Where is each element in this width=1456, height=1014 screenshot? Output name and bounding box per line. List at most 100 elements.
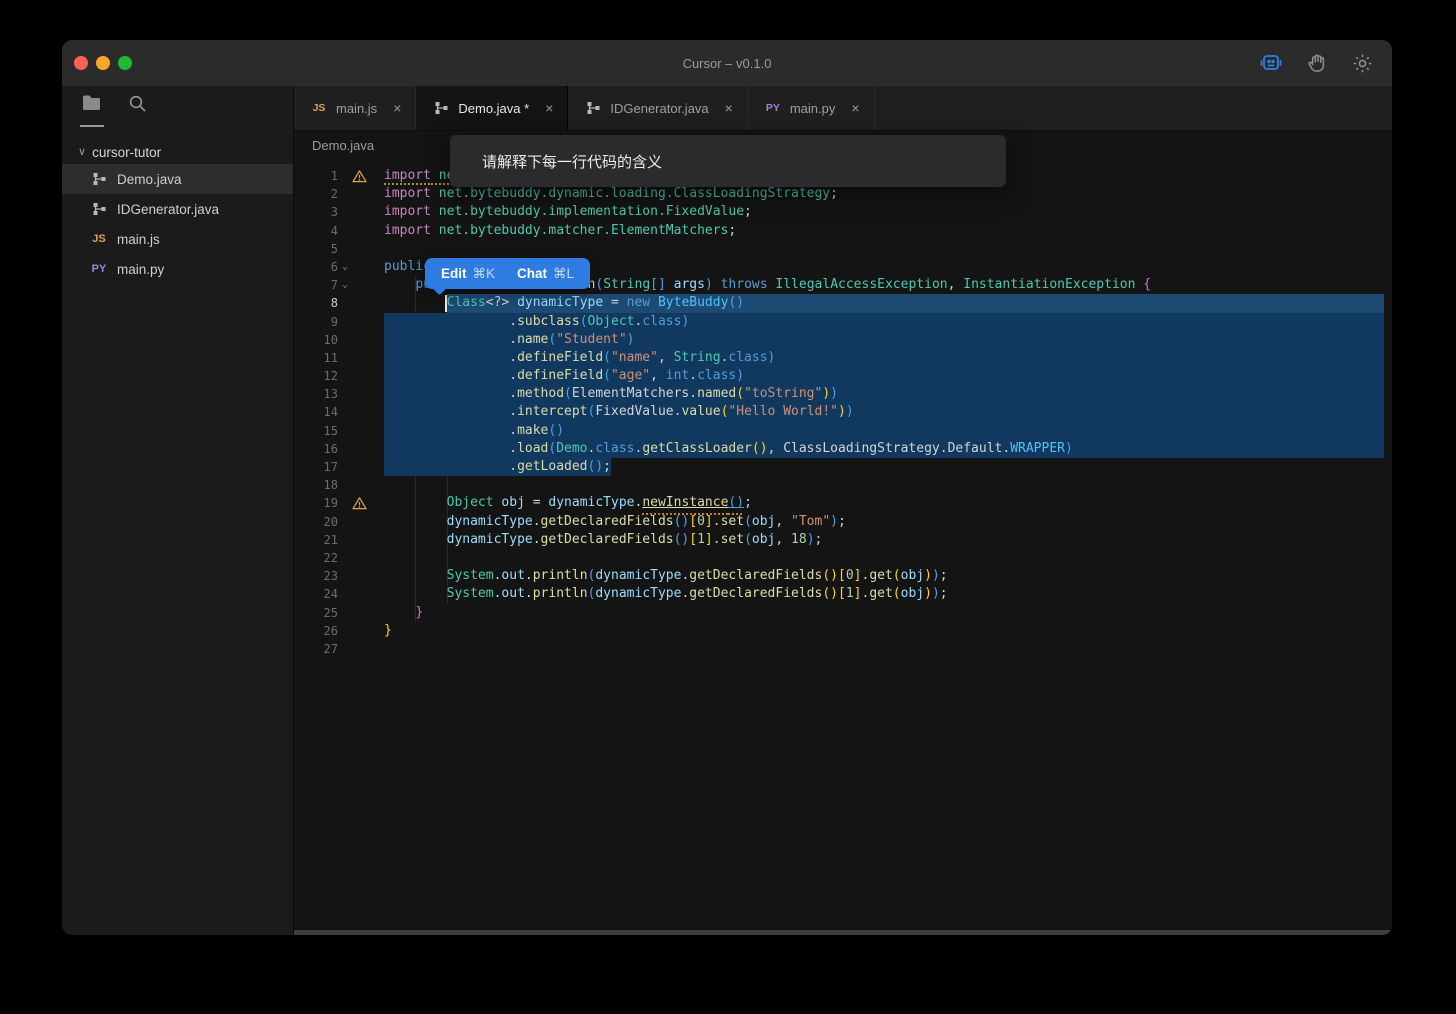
tab-Demo.java[interactable]: Demo.java *×: [416, 86, 568, 130]
gear-icon[interactable]: [1351, 52, 1374, 75]
chat-button[interactable]: Chat ⌘L: [517, 266, 574, 282]
gutter-icons: [338, 313, 384, 331]
sidebar-item-main.js[interactable]: JSmain.js: [62, 224, 293, 254]
sidebar-item-main.py[interactable]: PY main.py: [62, 254, 293, 284]
code-text: .getLoaded();: [384, 459, 611, 474]
close-icon[interactable]: ×: [543, 100, 555, 116]
chevron-down-icon: ∨: [78, 145, 86, 158]
chat-shortcut: ⌘L: [553, 266, 574, 282]
line-content[interactable]: Class<?> dynamicType = new ByteBuddy(): [384, 294, 1392, 312]
sidebar-item-Demo.java[interactable]: Demo.java: [62, 164, 293, 194]
code-line: 24 System.out.println(dynamicType.getDec…: [294, 585, 1392, 603]
py-file-icon: PY: [764, 102, 782, 114]
gutter-icons: [338, 331, 384, 349]
robot-icon[interactable]: [1258, 51, 1284, 75]
gutter-icons: [338, 167, 384, 185]
window-title: Cursor – v0.1.0: [62, 56, 1392, 71]
line-content[interactable]: .method(ElementMatchers.named("toString"…: [384, 385, 1392, 403]
code-text: Object obj = dynamicType.newInstance();: [384, 495, 752, 510]
close-window-button[interactable]: [74, 56, 88, 70]
line-content[interactable]: }: [384, 622, 1392, 640]
gutter-icons: [338, 531, 384, 549]
line-content[interactable]: .defineField("name", String.class): [384, 349, 1392, 367]
gutter-icons: [338, 458, 384, 476]
ai-prompt-overlay[interactable]: 请解释下每一行代码的含义: [450, 135, 1006, 187]
line-content[interactable]: [384, 640, 1392, 658]
fold-chevron-icon[interactable]: ⌄: [342, 276, 348, 294]
line-content[interactable]: Object obj = dynamicType.newInstance();: [384, 494, 1392, 512]
line-content[interactable]: [384, 240, 1392, 258]
line-number: 9: [294, 313, 338, 331]
line-content[interactable]: .defineField("age", int.class): [384, 367, 1392, 385]
line-content[interactable]: dynamicType.getDeclaredFields()[1].set(o…: [384, 531, 1392, 549]
gutter-icons: [338, 567, 384, 585]
line-content[interactable]: import net.bytebuddy.matcher.ElementMatc…: [384, 222, 1392, 240]
code-line: 8 Class<?> dynamicType = new ByteBuddy(): [294, 294, 1392, 312]
line-content[interactable]: }: [384, 604, 1392, 622]
line-content[interactable]: dynamicType.getDeclaredFields()[0].set(o…: [384, 513, 1392, 531]
tab-IDGenerator.java[interactable]: IDGenerator.java×: [568, 86, 747, 130]
gutter-icons: [338, 513, 384, 531]
code-line: 14 .intercept(FixedValue.value("Hello Wo…: [294, 403, 1392, 421]
close-icon[interactable]: ×: [723, 100, 735, 116]
line-content[interactable]: import net.bytebuddy.implementation.Fixe…: [384, 203, 1392, 221]
line-content[interactable]: [384, 476, 1392, 494]
code-text: System.out.println(dynamicType.getDeclar…: [384, 568, 948, 583]
gutter-icons: [338, 476, 384, 494]
tab-main.py[interactable]: PY main.py ×: [748, 86, 875, 130]
py-file-icon: PY: [90, 263, 108, 275]
line-number: 2: [294, 185, 338, 203]
code-text: Class<?> dynamicType = new ByteBuddy(): [384, 295, 744, 310]
gutter-icons: [338, 203, 384, 221]
edit-chat-popup: Edit ⌘K Chat ⌘L: [425, 258, 590, 289]
close-icon[interactable]: ×: [849, 100, 861, 116]
line-content[interactable]: .subclass(Object.class): [384, 313, 1392, 331]
line-content[interactable]: .getLoaded();: [384, 458, 1392, 476]
code-text: .defineField("age", int.class): [384, 368, 744, 383]
code-line: 11 .defineField("name", String.class): [294, 349, 1392, 367]
code-line: 26}: [294, 622, 1392, 640]
code-text: System.out.println(dynamicType.getDeclar…: [384, 586, 948, 601]
code-line: 23 System.out.println(dynamicType.getDec…: [294, 567, 1392, 585]
line-number: 25: [294, 604, 338, 622]
line-content[interactable]: .name("Student"): [384, 331, 1392, 349]
close-icon[interactable]: ×: [391, 100, 403, 116]
code-line: 22: [294, 549, 1392, 567]
line-content[interactable]: System.out.println(dynamicType.getDeclar…: [384, 567, 1392, 585]
line-number: 24: [294, 585, 338, 603]
horizontal-scrollbar[interactable]: [294, 930, 1392, 935]
folder-label: cursor-tutor: [92, 145, 161, 160]
text-caret: [445, 295, 447, 311]
gutter-icons: [338, 385, 384, 403]
line-content[interactable]: [384, 549, 1392, 567]
search-icon[interactable]: [128, 94, 147, 122]
line-content[interactable]: .make(): [384, 422, 1392, 440]
code-line: 20 dynamicType.getDeclaredFields()[0].se…: [294, 513, 1392, 531]
gutter-icons: [338, 222, 384, 240]
file-label: main.py: [117, 262, 164, 277]
zoom-window-button[interactable]: [118, 56, 132, 70]
tab-main.js[interactable]: JSmain.js×: [294, 86, 416, 130]
folder-row-cursor-tutor[interactable]: ∨ cursor-tutor: [62, 140, 293, 164]
code-text: dynamicType.getDeclaredFields()[0].set(o…: [384, 514, 846, 529]
gutter-icons: [338, 294, 384, 312]
tab-label: main.py: [790, 101, 836, 116]
sidebar-item-IDGenerator.java[interactable]: IDGenerator.java: [62, 194, 293, 224]
code-text: .name("Student"): [384, 332, 634, 347]
code-text: import net.bytebuddy.dynamic.loading.Cla…: [384, 186, 838, 201]
code-text: import net.bytebuddy.implementation.Fixe…: [384, 204, 752, 219]
edit-button[interactable]: Edit ⌘K: [441, 266, 495, 282]
code-text: .defineField("name", String.class): [384, 350, 775, 365]
line-content[interactable]: .load(Demo.class.getClassLoader(), Class…: [384, 440, 1392, 458]
line-content[interactable]: System.out.println(dynamicType.getDeclar…: [384, 585, 1392, 603]
java-file-icon: [432, 101, 450, 115]
line-content[interactable]: import net.bytebuddy.dynamic.loading.Cla…: [384, 185, 1392, 203]
hand-icon[interactable]: [1306, 52, 1329, 75]
sidebar: ∨ cursor-tutor Demo.javaIDGenerator.java…: [62, 86, 294, 935]
line-content[interactable]: .intercept(FixedValue.value("Hello World…: [384, 403, 1392, 421]
code-line: 10 .name("Student"): [294, 331, 1392, 349]
explorer-folder-icon[interactable]: [82, 95, 102, 121]
minimize-window-button[interactable]: [96, 56, 110, 70]
fold-chevron-icon[interactable]: ⌄: [342, 258, 348, 276]
line-number: 10: [294, 331, 338, 349]
